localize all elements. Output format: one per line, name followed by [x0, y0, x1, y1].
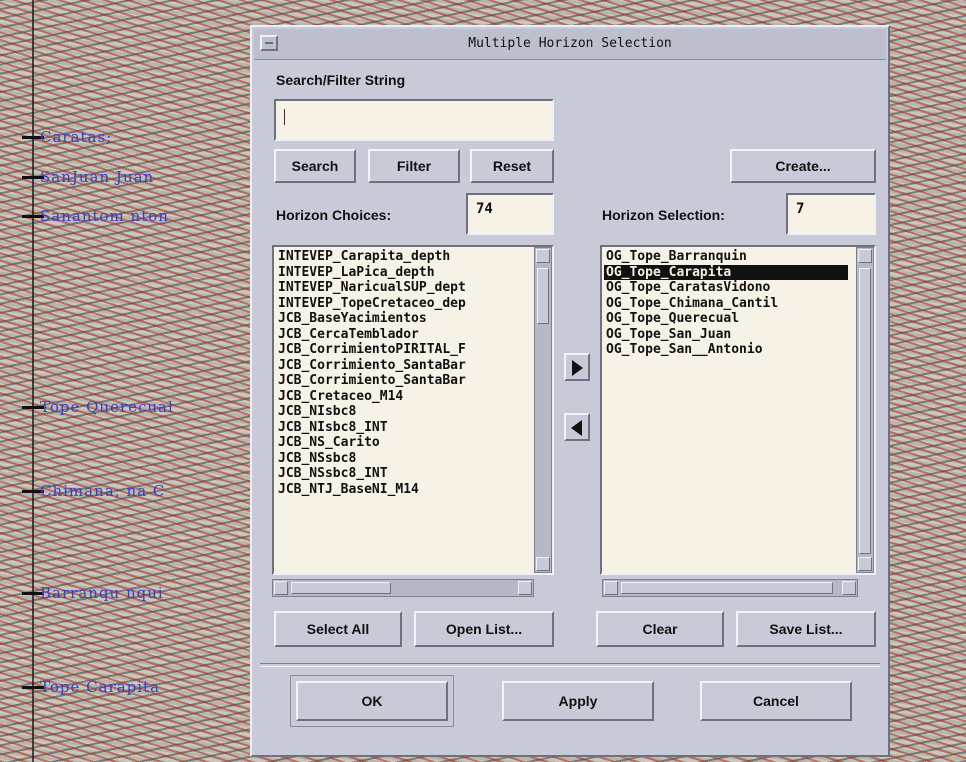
horizon-selection-label: Horizon Selection: — [602, 207, 725, 223]
horizon-label: Chimana; na C — [40, 482, 166, 500]
create-button[interactable]: Create... — [730, 149, 876, 183]
list-item[interactable]: JCB_CercaTemblador — [276, 327, 528, 343]
horizon-choices-count: 74 — [466, 193, 554, 235]
save-list-button[interactable]: Save List... — [736, 611, 876, 647]
selection-scroll-thumb[interactable] — [859, 268, 871, 554]
select-all-button[interactable]: Select All — [274, 611, 402, 647]
dialog-separator — [260, 663, 880, 667]
horizon-label: Tope Carapita — [40, 678, 161, 696]
apply-button[interactable]: Apply — [502, 681, 654, 721]
list-item[interactable]: JCB_NSsbc8 — [276, 451, 528, 467]
list-item[interactable]: JCB_Cretaceo_M14 — [276, 389, 528, 405]
list-item[interactable]: OG_Tope_Chimana_Cantil — [604, 296, 848, 312]
scroll-left-icon[interactable] — [604, 581, 618, 595]
horizon-label: Tope Querecual — [40, 398, 174, 416]
left-triangle-icon — [571, 420, 582, 436]
list-item[interactable]: JCB_Corrimiento_SantaBar — [276, 358, 528, 374]
search-filter-input[interactable] — [274, 99, 554, 141]
list-item[interactable]: JCB_NS_Carito — [276, 435, 528, 451]
scroll-right-icon[interactable] — [518, 581, 532, 595]
list-item[interactable]: JCB_NIsbc8 — [276, 404, 528, 420]
list-item[interactable]: OG_Tope_CaratasVidono — [604, 280, 848, 296]
choices-vertical-scrollbar[interactable] — [534, 247, 552, 573]
clear-button[interactable]: Clear — [596, 611, 724, 647]
list-item[interactable]: OG_Tope_Carapita — [604, 264, 848, 280]
choices-scroll-thumb[interactable] — [537, 268, 549, 324]
cancel-button[interactable]: Cancel — [700, 681, 852, 721]
list-item[interactable]: OG_Tope_Querecual — [604, 311, 848, 327]
horizon-selection-count: 7 — [786, 193, 876, 235]
list-item[interactable]: INTEVEP_Carapita_depth — [276, 249, 528, 265]
filter-button[interactable]: Filter — [368, 149, 460, 183]
horizon-label: Sanantom nton — [40, 207, 169, 225]
scroll-up-icon[interactable] — [858, 249, 872, 263]
list-item[interactable]: OG_Tope_Barranquin — [604, 249, 848, 265]
ok-button[interactable]: OK — [296, 681, 448, 721]
selection-hscroll-thumb[interactable] — [621, 582, 833, 594]
list-item[interactable]: OG_Tope_San_Juan — [604, 327, 848, 343]
scroll-right-icon[interactable] — [842, 581, 856, 595]
list-item[interactable]: JCB_BaseYacimientos — [276, 311, 528, 327]
open-list-button[interactable]: Open List... — [414, 611, 554, 647]
title-bar[interactable]: Multiple Horizon Selection — [254, 29, 886, 60]
search-filter-label: Search/Filter String — [276, 72, 406, 88]
move-right-button[interactable] — [564, 353, 590, 381]
horizon-selection-list[interactable]: OG_Tope_Barranquin OG_Tope_Carapita OG_Top… — [600, 245, 876, 575]
reset-button[interactable]: Reset — [470, 149, 554, 183]
multiple-horizon-selection-dialog: Multiple Horizon Selection Search/Filter… — [250, 25, 890, 757]
horizon-label: Caratas; — [40, 128, 113, 146]
list-item[interactable]: JCB_NTJ_BaseNI_M14 — [276, 482, 528, 498]
list-item[interactable]: JCB_NSsbc8_INT — [276, 466, 528, 482]
selection-vertical-scrollbar[interactable] — [856, 247, 874, 573]
horizon-label: Barranqu nqui — [40, 584, 164, 602]
selection-horizontal-scrollbar[interactable] — [602, 579, 858, 597]
horizon-choices-label: Horizon Choices: — [276, 207, 392, 223]
text-cursor — [284, 109, 285, 125]
right-triangle-icon — [572, 360, 583, 376]
scroll-down-icon[interactable] — [536, 557, 550, 571]
choices-hscroll-thumb[interactable] — [291, 582, 391, 594]
scroll-up-icon[interactable] — [536, 249, 550, 263]
list-item[interactable]: INTEVEP_NaricualSUP_dept — [276, 280, 528, 296]
search-button[interactable]: Search — [274, 149, 356, 183]
list-item[interactable]: INTEVEP_TopeCretaceo_dep — [276, 296, 528, 312]
move-left-button[interactable] — [564, 413, 590, 441]
list-item[interactable]: OG_Tope_San__Antonio — [604, 342, 848, 358]
horizon-label: SanJuan Juan — [40, 168, 155, 186]
well-track — [32, 0, 34, 762]
scroll-down-icon[interactable] — [858, 557, 872, 571]
dialog-title: Multiple Horizon Selection — [468, 36, 672, 51]
scroll-left-icon[interactable] — [274, 581, 288, 595]
list-item[interactable]: JCB_CorrimientoPIRITAL_F — [276, 342, 528, 358]
list-item[interactable]: JCB_NIsbc8_INT — [276, 420, 528, 436]
list-item[interactable]: JCB_Corrimiento_SantaBar — [276, 373, 528, 389]
choices-horizontal-scrollbar[interactable] — [272, 579, 534, 597]
list-item[interactable]: INTEVEP_LaPica_depth — [276, 265, 528, 281]
horizon-choices-list[interactable]: INTEVEP_Carapita_depth INTEVEP_LaPica_dep… — [272, 245, 554, 575]
